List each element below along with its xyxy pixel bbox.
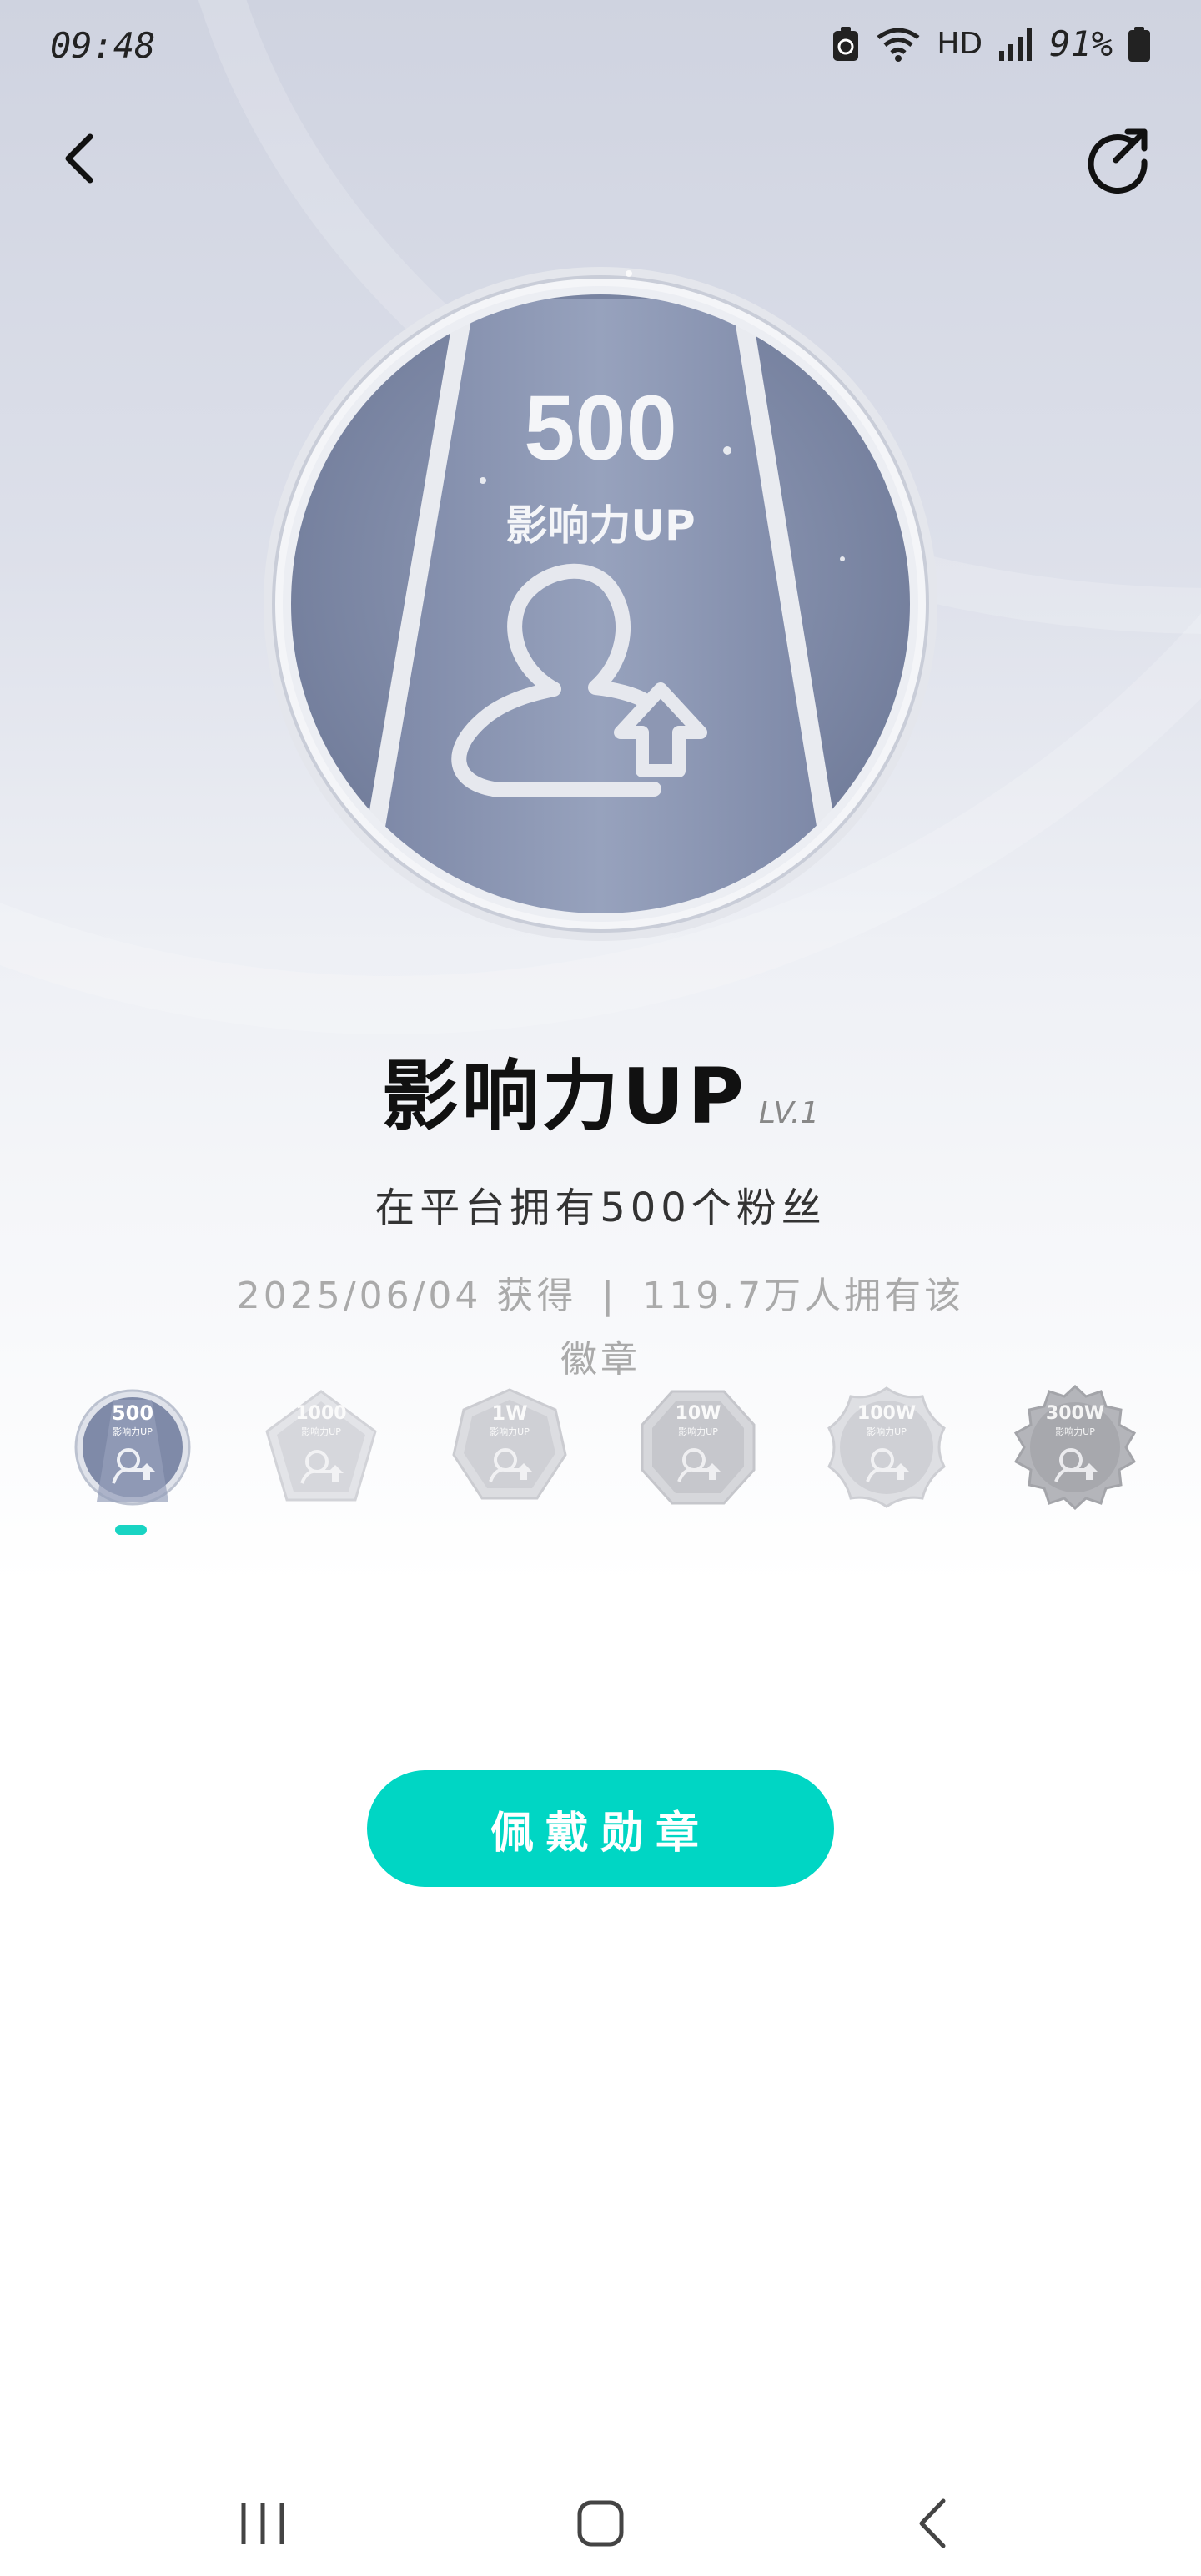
level-item-100w[interactable]: 100W 影响力UP — [824, 1385, 949, 1510]
badge-title: 影响力UP — [381, 1052, 747, 1141]
level-item-1w[interactable]: 1W 影响力UP — [447, 1385, 572, 1510]
wifi-icon — [877, 28, 920, 62]
badge-meta: 2025/06/04 获得 | 119.7万人拥有该徽章 — [234, 1265, 967, 1391]
level-label: 影响力UP — [301, 1426, 341, 1437]
level-label: 影响力UP — [678, 1426, 718, 1437]
badge-level-list: 500 影响力UP 1000 影响力UP 1W 影响力UP 10W 影响力UP … — [50, 1384, 1151, 1511]
level-number: 1000 — [295, 1403, 347, 1424]
recent-apps-icon[interactable] — [225, 2486, 300, 2561]
share-icon[interactable] — [1083, 123, 1153, 194]
badge-medal — [264, 267, 937, 941]
selected-level-indicator — [115, 1525, 147, 1535]
status-bar: 09:48 HD 91% — [0, 0, 1201, 92]
level-item-300w[interactable]: 300W 影响力UP — [1013, 1384, 1138, 1511]
status-time: 09:48 — [50, 25, 156, 66]
badge-label: 影响力UP — [505, 501, 696, 550]
badge-description: 在平台拥有500个粉丝 — [374, 1185, 827, 1231]
level-label: 影响力UP — [867, 1426, 907, 1437]
level-item-10w[interactable]: 10W 影响力UP — [636, 1385, 761, 1510]
system-navigation-bar — [0, 2469, 1201, 2576]
level-number: 500 — [111, 1401, 154, 1425]
badge-title-row: 影响力UP LV.1 — [0, 1034, 1201, 1145]
level-label: 影响力UP — [113, 1426, 153, 1437]
battery-saver-icon — [833, 26, 859, 61]
level-item-1000[interactable]: 1000 影响力UP — [259, 1385, 384, 1510]
level-label: 影响力UP — [490, 1426, 530, 1437]
level-item-500[interactable]: 500 影响力UP — [70, 1385, 195, 1510]
badge-number: 500 — [524, 377, 677, 480]
level-number: 10W — [675, 1403, 721, 1424]
battery-percentage: 91% — [1049, 23, 1113, 64]
home-icon[interactable] — [563, 2486, 638, 2561]
battery-icon — [1128, 26, 1150, 62]
owners-count: 119.7万人拥有该徽章 — [560, 1275, 965, 1381]
system-back-icon[interactable] — [897, 2486, 972, 2561]
level-number: 100W — [857, 1403, 917, 1424]
badge-level: LV.1 — [758, 1096, 820, 1130]
level-number: 300W — [1045, 1403, 1105, 1424]
signal-icon — [999, 28, 1033, 61]
network-type: HD — [937, 27, 983, 61]
level-label: 影响力UP — [1055, 1426, 1095, 1437]
level-number: 1W — [491, 1401, 528, 1425]
top-navigation — [0, 117, 1201, 200]
obtained-date: 2025/06/04 获得 — [236, 1275, 577, 1317]
wear-badge-button[interactable]: 佩戴勋章 — [367, 1770, 834, 1887]
meta-separator: | — [601, 1275, 618, 1317]
back-arrow-icon[interactable] — [50, 125, 117, 192]
